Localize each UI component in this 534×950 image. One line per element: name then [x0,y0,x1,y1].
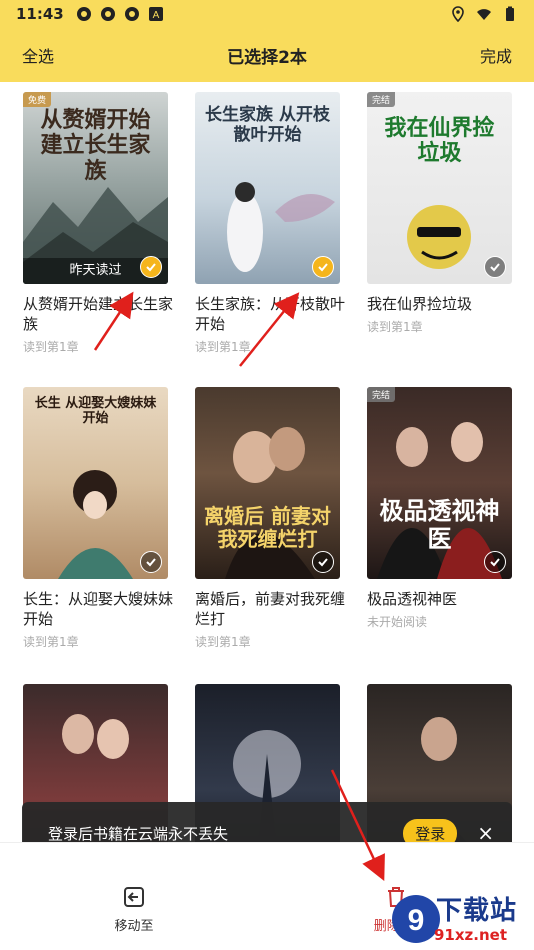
select-all-button[interactable]: 全选 [22,43,54,67]
book-cover[interactable]: 从赘婿开始建立长生家族 免费 昨天读过 [23,92,168,284]
cover-title: 我在仙界捡垃圾 [384,115,495,167]
book-title: 从赘婿开始建立长生家族 [23,295,174,333]
app-icon [76,7,91,21]
unselected-check-icon[interactable] [484,256,506,278]
svg-text:A: A [152,10,159,21]
cover-title: 长生 从迎娶大嫂妹妹开始 [34,396,157,426]
battery-icon [506,6,514,21]
app-icon [100,7,115,21]
book-title: 离婚后，前妻对我死缠烂打 [195,590,346,628]
book-item[interactable]: 极品透视神医 完结 极品透视神医 未开始阅读 [367,387,512,630]
book-progress: 读到第1章 [195,635,251,649]
book-item[interactable]: 我在仙界捡垃圾 完结 我在仙界捡垃圾 读到第1章 [367,92,512,335]
book-title: 长生家族：从开枝散叶开始 [195,295,346,333]
status-notification-icons: A [76,6,164,22]
cover-title: 极品透视神医 [379,496,500,553]
book-item[interactable]: 从赘婿开始建立长生家族 免费 昨天读过 从赘婿开始建立长生家族 读到第1章 [23,92,173,355]
move-icon [124,887,144,907]
unselected-check-icon[interactable] [140,551,162,573]
book-tag: 完结 [367,92,396,107]
book-title: 长生：从迎娶大嫂妹妹开始 [23,590,174,628]
book-cover[interactable]: 极品透视神医 完结 [367,387,512,579]
cover-title: 长生家族 从开枝散叶开始 [205,105,330,145]
bookshelf-grid: 从赘婿开始建立长生家族 免费 昨天读过 从赘婿开始建立长生家族 读到第1章 长生… [0,82,534,842]
book-item[interactable]: 离婚后 前妻对我死缠烂打 离婚后，前妻对我死缠烂打 读到第1章 [195,387,345,650]
watermark-url: 91xz.net [434,926,508,944]
svg-text:9: 9 [408,904,425,937]
watermark-text: 下载站 [436,896,518,926]
selection-header: 全选 已选择2本 完成 [0,28,534,82]
book-title: 我在仙界捡垃圾 [367,295,473,313]
book-cover[interactable]: 我在仙界捡垃圾 完结 [367,92,512,284]
book-cover[interactable]: 长生 从迎娶大嫂妹妹开始 [23,387,168,579]
book-progress: 读到第1章 [367,320,423,334]
book-progress: 读到第1章 [23,340,79,354]
move-to-button[interactable]: 移动至 [100,885,168,934]
toast-message: 登录后书籍在云端永不丢失 [48,824,229,843]
book-tag: 免费 [23,92,52,107]
book-cover[interactable]: 离婚后 前妻对我死缠烂打 [195,387,340,579]
book-tag: 完结 [367,387,396,402]
book-item[interactable]: 长生 从迎娶大嫂妹妹开始 长生：从迎娶大嫂妹妹开始 读到第1章 [23,387,173,650]
book-progress: 读到第1章 [195,340,251,354]
wifi-icon [477,9,491,20]
app-icon [124,7,139,21]
book-title: 极品透视神医 [367,590,458,608]
font-a-icon: A [148,7,163,21]
status-bar: 11:43 A [0,0,534,28]
book-progress: 读到第1章 [23,635,79,649]
selected-check-icon[interactable] [140,256,162,278]
book-progress: 未开始阅读 [367,615,428,629]
selected-check-icon[interactable] [312,256,334,278]
done-button[interactable]: 完成 [480,43,512,67]
status-system-icons [450,6,518,22]
unselected-check-icon[interactable] [484,551,506,573]
unselected-check-icon[interactable] [312,551,334,573]
cover-title: 离婚后 前妻对我死缠烂打 [204,504,331,551]
status-time: 11:43 [16,5,64,23]
page-title: 已选择2本 [227,47,307,68]
book-item[interactable]: 长生家族 从开枝散叶开始 长生家族：从开枝散叶开始 读到第1章 [195,92,345,355]
cover-title: 从赘婿开始建立长生家族 [40,107,151,184]
location-icon [452,6,464,22]
move-label: 移动至 [114,919,154,934]
book-cover[interactable]: 长生家族 从开枝散叶开始 [195,92,340,284]
